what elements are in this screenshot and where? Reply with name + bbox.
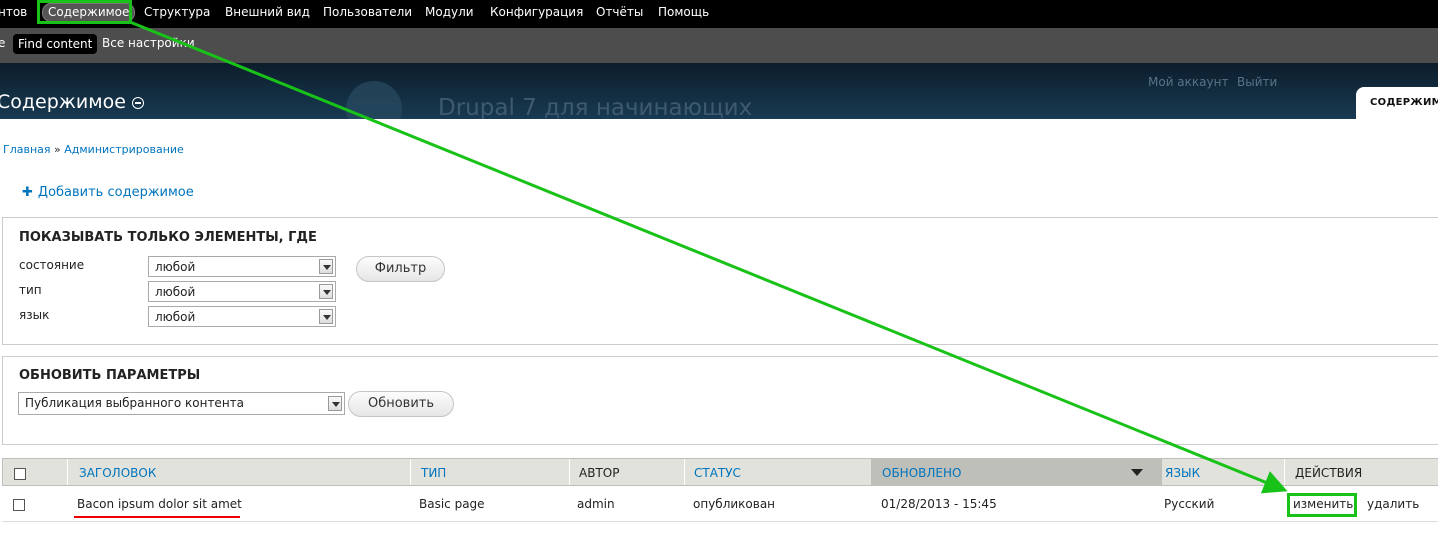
row-select-checkbox[interactable] [13, 499, 25, 511]
update-button[interactable]: Обновить [348, 391, 454, 417]
tab-content-label: СОДЕРЖИМ [1370, 97, 1438, 108]
annotation-highlight-edit-link [1287, 493, 1357, 517]
toolbar-item-modules[interactable]: Модули [425, 5, 474, 19]
toolbar-item-help[interactable]: Помощь [658, 5, 709, 19]
toolbar-item-dashboard[interactable]: нтов [0, 5, 27, 19]
site-name[interactable]: Drupal 7 для начинающих [438, 95, 752, 119]
language-label: язык [19, 308, 50, 322]
add-content-label: Добавить содержимое [37, 185, 194, 200]
my-account-link[interactable]: Мой аккаунт [1148, 75, 1228, 89]
status-select[interactable]: любой [148, 256, 336, 277]
toolbar-item-structure[interactable]: Структура [144, 5, 210, 19]
breadcrumb-admin[interactable]: Администрирование [64, 143, 184, 156]
update-options-legend: ОБНОВИТЬ ПАРАМЕТРЫ [19, 368, 201, 383]
column-header-author: АВТОР [579, 466, 620, 480]
shortcut-find-content[interactable]: Find content [13, 34, 98, 54]
chevron-down-icon [319, 284, 333, 299]
column-header-status[interactable]: СТАТУС [694, 466, 741, 480]
type-label: тип [19, 283, 42, 297]
tab-content[interactable]: СОДЕРЖИМ [1356, 87, 1438, 119]
language-select[interactable]: любой [148, 306, 336, 327]
column-divider [410, 459, 411, 485]
breadcrumb: Главная » Администрирование [3, 143, 184, 156]
add-content-link[interactable]: ✚ Добавить содержимое [22, 185, 194, 200]
operation-select-value: Публикация выбранного контента [25, 396, 245, 410]
chevron-down-icon [319, 309, 333, 324]
row-delete-link[interactable]: удалить [1367, 497, 1419, 511]
column-divider [1284, 459, 1285, 485]
status-select-value: любой [155, 260, 196, 274]
column-divider [684, 459, 685, 485]
annotation-red-underline [74, 516, 240, 518]
toolbar-item-appearance[interactable]: Внешний вид [225, 5, 310, 19]
row-language: Русский [1164, 497, 1215, 511]
filter-legend: ПОКАЗЫВАТЬ ТОЛЬКО ЭЛЕМЕНТЫ, ГДЕ [19, 230, 317, 245]
type-select[interactable]: любой [148, 281, 336, 302]
page-title: Содержимое [0, 91, 126, 113]
type-select-value: любой [155, 285, 196, 299]
language-select-value: любой [155, 310, 196, 324]
column-divider [67, 459, 68, 485]
shortcuts-bar: e Find content Все настройки [0, 28, 1438, 63]
update-options-fieldset: ОБНОВИТЬ ПАРАМЕТРЫ Публикация выбранного… [2, 356, 1438, 445]
row-type: Basic page [419, 497, 485, 511]
chevron-down-icon [328, 396, 342, 411]
chevron-down-icon [319, 259, 333, 274]
logout-link[interactable]: Выйти [1237, 75, 1277, 89]
breadcrumb-home[interactable]: Главная [3, 143, 51, 156]
column-header-updated[interactable]: ОБНОВЛЕНО [882, 466, 961, 480]
breadcrumb-separator: » [54, 143, 61, 156]
status-label: состояние [19, 258, 85, 272]
site-header: Drupal 7 для начинающих Мой аккаунт Выйт… [0, 63, 1438, 119]
row-status: опубликован [693, 497, 776, 511]
shortcut-item-partial[interactable]: e [0, 36, 5, 50]
drupal-logo-icon[interactable] [346, 81, 402, 119]
column-header-language[interactable]: ЯЗЫК [1165, 466, 1200, 480]
row-author-link[interactable]: admin [577, 497, 615, 511]
filter-fieldset: ПОКАЗЫВАТЬ ТОЛЬКО ЭЛЕМЕНТЫ, ГДЕ состояни… [2, 217, 1438, 345]
annotation-highlight-content-menu [37, 0, 132, 24]
row-title-link[interactable]: Bacon ipsum dolor sit amet [77, 497, 242, 511]
row-updated: 01/28/2013 - 15:45 [881, 497, 997, 511]
toolbar-item-configuration[interactable]: Конфигурация [490, 5, 583, 19]
toolbar-item-reports[interactable]: Отчёты [596, 5, 643, 19]
column-header-type[interactable]: ТИП [421, 466, 446, 480]
column-divider [569, 459, 570, 485]
plus-icon: ✚ [22, 185, 33, 200]
operation-select[interactable]: Публикация выбранного контента [18, 392, 345, 415]
shortcut-all-settings[interactable]: Все настройки [102, 36, 195, 50]
column-header-title[interactable]: ЗАГОЛОВОК [79, 466, 156, 480]
table-header: ЗАГОЛОВОК ТИП АВТОР СТАТУС ОБНОВЛЕНО ЯЗЫ… [2, 458, 1438, 486]
admin-toolbar: нтов Содержимое Структура Внешний вид По… [0, 0, 1438, 28]
collapse-icon[interactable] [132, 97, 144, 109]
sort-descending-icon[interactable] [1131, 469, 1143, 476]
toolbar-item-people[interactable]: Пользователи [323, 5, 412, 19]
filter-button[interactable]: Фильтр [356, 256, 445, 282]
column-header-operations: ДЕЙСТВИЯ [1295, 466, 1363, 480]
select-all-checkbox[interactable] [14, 468, 26, 480]
